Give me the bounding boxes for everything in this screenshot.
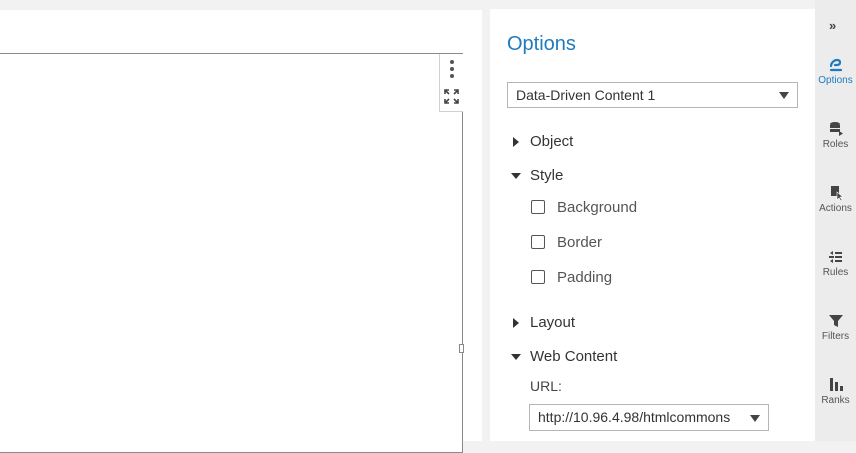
rail-item-rules[interactable]: Rules (815, 249, 856, 299)
data-driven-content-object[interactable] (0, 53, 463, 453)
rules-icon (828, 251, 842, 263)
url-value: http://10.96.4.98/htmlcommons (538, 409, 731, 425)
object-toolbar (439, 54, 463, 112)
chevron-down-icon (779, 92, 789, 99)
roles-icon (829, 122, 843, 136)
rail-item-roles[interactable]: Roles (815, 121, 856, 171)
filter-icon (828, 315, 843, 327)
rail-item-options[interactable]: Options (815, 57, 856, 107)
more-options-icon[interactable] (449, 60, 455, 78)
url-combobox[interactable]: http://10.96.4.98/htmlcommons (529, 404, 769, 431)
maximize-icon[interactable] (444, 89, 459, 104)
checkbox-label: Background (557, 199, 638, 216)
pane-title: Options (507, 33, 576, 55)
options-pane: Options Data-Driven Content 1 Object Sty… (490, 9, 815, 441)
collapse-pane-icon[interactable]: » (829, 18, 836, 33)
section-style-label: Style (530, 167, 564, 184)
rail-item-label: Filters (821, 331, 850, 342)
object-selector-dropdown[interactable]: Data-Driven Content 1 (507, 82, 798, 108)
rail-item-ranks[interactable]: Ranks (815, 377, 856, 427)
expand-arrow-icon (513, 318, 519, 328)
resize-handle[interactable] (459, 344, 464, 353)
section-web-content-label: Web Content (530, 348, 618, 365)
checkbox-box[interactable] (531, 235, 545, 249)
rail-item-actions[interactable]: Actions (815, 185, 856, 235)
right-rail: » Options Roles Actions Rules Filters Ra… (815, 0, 856, 441)
url-label: URL: (530, 378, 562, 394)
checkbox-label: Border (557, 234, 603, 251)
collapse-arrow-icon (511, 173, 521, 179)
section-layout-label: Layout (530, 314, 576, 331)
checkbox-box[interactable] (531, 270, 545, 284)
checkbox-label: Padding (557, 269, 613, 286)
collapse-arrow-icon (511, 354, 521, 360)
checkbox-box[interactable] (531, 200, 545, 214)
options-icon (829, 58, 842, 72)
expand-arrow-icon (513, 137, 519, 147)
chevron-down-icon (750, 415, 760, 422)
object-selector-value: Data-Driven Content 1 (516, 87, 656, 103)
rail-item-label: Options (818, 75, 853, 86)
rail-item-label: Ranks (821, 395, 850, 406)
ranks-icon (829, 378, 843, 391)
actions-icon (830, 186, 844, 201)
rail-item-label: Actions (819, 203, 852, 214)
rail-item-label: Roles (822, 139, 849, 150)
rail-item-label: Rules (822, 267, 849, 278)
section-object-label: Object (530, 133, 574, 150)
rail-item-filters[interactable]: Filters (815, 313, 856, 363)
